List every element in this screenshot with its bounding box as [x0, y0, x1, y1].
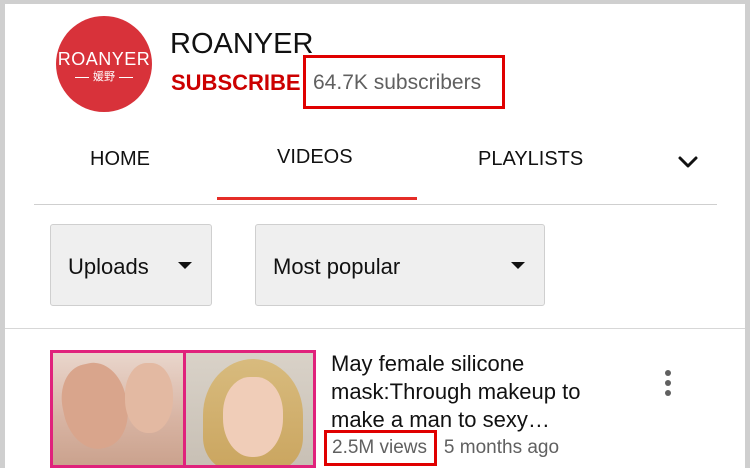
views-highlight-box — [324, 430, 437, 466]
more-dot — [665, 370, 671, 376]
logo-wordmark: ROANYER — [57, 48, 151, 69]
tab-videos[interactable]: VIDEOS — [277, 146, 353, 169]
model-face — [223, 377, 283, 457]
tabs-divider — [34, 204, 717, 205]
more-dot — [665, 380, 671, 386]
logo-divider — [75, 76, 89, 78]
channel-name: ROANYER — [170, 28, 314, 60]
subscribe-button[interactable]: SUBSCRIBE — [171, 70, 301, 96]
tab-playlists[interactable]: PLAYLISTS — [478, 148, 583, 171]
content-divider — [5, 328, 745, 329]
caret-down-icon — [178, 262, 192, 269]
more-vert-icon[interactable] — [664, 370, 672, 398]
uploads-dropdown-label: Uploads — [68, 254, 149, 279]
video-title[interactable]: May female silicone mask:Through makeup … — [331, 350, 631, 434]
logo-subrow: 媛野 — [75, 70, 133, 83]
upload-age: 5 months ago — [443, 437, 560, 458]
tab-home[interactable]: HOME — [90, 148, 150, 171]
more-dot — [665, 390, 671, 396]
video-thumbnail[interactable] — [50, 350, 316, 468]
caret-down-icon — [511, 262, 525, 269]
logo-subtext: 媛野 — [93, 70, 115, 83]
chevron-down-icon[interactable] — [676, 150, 700, 174]
sort-dropdown[interactable]: Most popular — [255, 224, 545, 306]
mask-face — [125, 363, 173, 433]
subscriber-count: 64.7K subscribers — [313, 71, 482, 94]
active-tab-indicator — [217, 197, 417, 200]
uploads-dropdown[interactable]: Uploads — [50, 224, 212, 306]
logo-divider — [119, 76, 133, 78]
channel-avatar[interactable]: ROANYER 媛野 — [56, 16, 152, 112]
sort-dropdown-label: Most popular — [273, 254, 401, 279]
